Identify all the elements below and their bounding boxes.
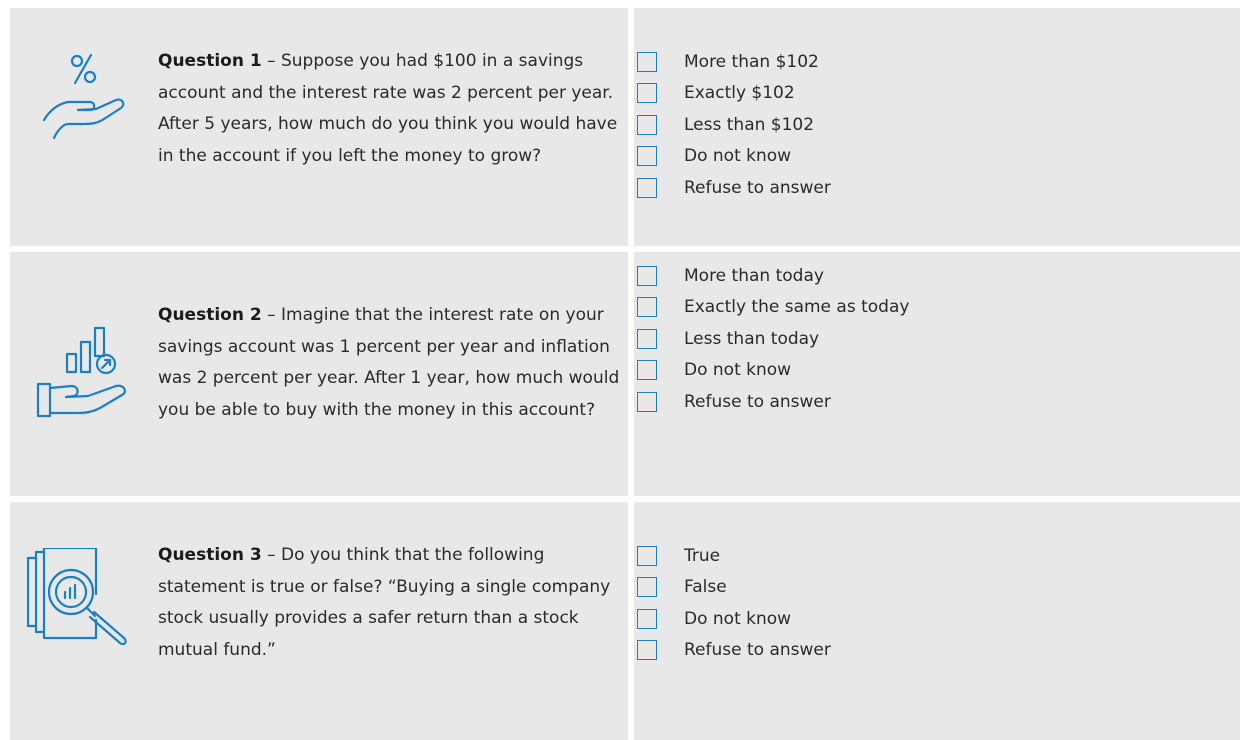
checkbox[interactable]: [637, 328, 657, 349]
option-label: Do not know: [684, 608, 792, 629]
answer-options: More than today Exactly the same as toda…: [637, 260, 909, 418]
checkbox[interactable]: [637, 146, 657, 167]
question-text: Question 3 – Do you think that the follo…: [158, 540, 628, 666]
option-label: Do not know: [684, 146, 792, 167]
option-label: True: [684, 545, 721, 566]
checkbox[interactable]: [637, 608, 657, 629]
question-text: Question 2 – Imagine that the interest r…: [158, 300, 628, 426]
question-label: Question 2: [158, 305, 262, 325]
answer-option[interactable]: Do not know: [637, 603, 831, 635]
checkbox[interactable]: [637, 297, 657, 318]
checkbox[interactable]: [637, 360, 657, 381]
question-row-1: Question 1 – Suppose you had $100 in a s…: [10, 8, 1240, 246]
checkbox[interactable]: [637, 577, 657, 598]
question-row-2: Question 2 – Imagine that the interest r…: [10, 252, 1240, 496]
option-label: More than today: [684, 265, 824, 286]
option-label: More than $102: [684, 51, 819, 72]
answer-option[interactable]: Less than today: [637, 323, 909, 355]
option-label: False: [684, 577, 727, 598]
checkbox[interactable]: [637, 265, 657, 286]
answer-option[interactable]: More than $102: [637, 46, 831, 78]
question-label: Question 1: [158, 51, 262, 71]
document-magnifier-chart-icon: [26, 548, 127, 646]
answer-cell: More than today Exactly the same as toda…: [634, 252, 1240, 496]
question-cell: Question 2 – Imagine that the interest r…: [10, 252, 628, 496]
option-label: Less than $102: [684, 114, 815, 135]
option-label: Exactly $102: [684, 83, 795, 104]
answer-options: More than $102 Exactly $102 Less than $1…: [637, 46, 831, 204]
answer-option[interactable]: More than today: [637, 260, 909, 292]
checkbox[interactable]: [637, 391, 657, 412]
answer-cell: More than $102 Exactly $102 Less than $1…: [634, 8, 1240, 246]
checkbox[interactable]: [637, 545, 657, 566]
option-label: Do not know: [684, 360, 792, 381]
answer-options: True False Do not know Refuse to answer: [637, 540, 831, 666]
option-label: Less than today: [684, 328, 820, 349]
answer-option[interactable]: Exactly $102: [637, 78, 831, 110]
question-text: Question 1 – Suppose you had $100 in a s…: [158, 46, 628, 172]
option-label: Refuse to answer: [684, 177, 831, 198]
answer-option[interactable]: Do not know: [637, 141, 831, 173]
answer-option[interactable]: Refuse to answer: [637, 635, 831, 667]
question-label: Question 3: [158, 545, 262, 565]
checkbox[interactable]: [637, 51, 657, 72]
answer-option[interactable]: Less than $102: [637, 109, 831, 141]
answer-option[interactable]: False: [637, 572, 831, 604]
checkbox[interactable]: [637, 640, 657, 661]
hand-percent-icon: [42, 53, 125, 140]
answer-option[interactable]: Refuse to answer: [637, 172, 831, 204]
question-cell: Question 3 – Do you think that the follo…: [10, 502, 628, 740]
answer-cell: True False Do not know Refuse to answer: [634, 502, 1240, 740]
checkbox[interactable]: [637, 83, 657, 104]
option-label: Refuse to answer: [684, 640, 831, 661]
checkbox[interactable]: [637, 177, 657, 198]
hand-growth-chart-icon: [36, 326, 126, 418]
checkbox[interactable]: [637, 114, 657, 135]
answer-option[interactable]: Do not know: [637, 355, 909, 387]
answer-option[interactable]: Exactly the same as today: [637, 292, 909, 324]
option-label: Refuse to answer: [684, 391, 831, 412]
question-row-3: Question 3 – Do you think that the follo…: [10, 502, 1240, 740]
question-cell: Question 1 – Suppose you had $100 in a s…: [10, 8, 628, 246]
option-label: Exactly the same as today: [684, 297, 910, 318]
answer-option[interactable]: Refuse to answer: [637, 386, 909, 418]
answer-option[interactable]: True: [637, 540, 831, 572]
